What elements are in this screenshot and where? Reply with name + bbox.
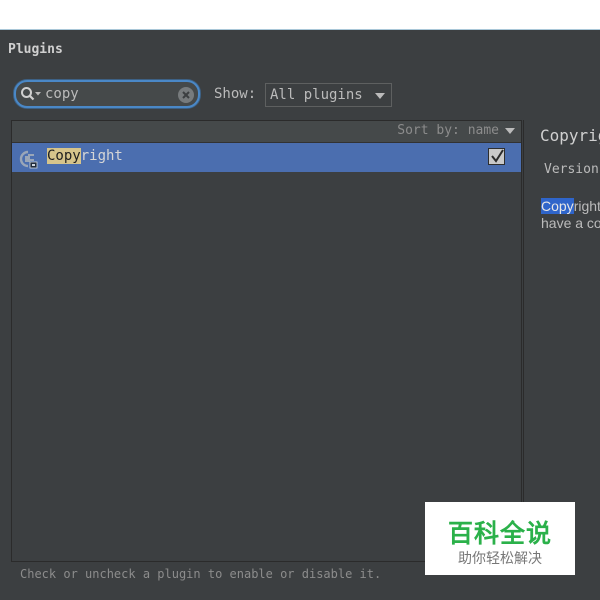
description-match-highlight: Copy <box>541 198 574 214</box>
description-line1-rest: right <box>573 198 600 214</box>
dialog-title: Plugins <box>8 42 63 57</box>
search-field[interactable]: copy <box>14 80 200 108</box>
chevron-down-icon[interactable] <box>505 128 515 134</box>
plugin-plug-icon <box>19 150 38 169</box>
detail-plugin-name: Copyright <box>540 126 600 145</box>
plugin-name-rest: right <box>80 148 123 164</box>
checkmark-icon <box>491 149 504 163</box>
show-filter-value: All plugins <box>270 87 363 103</box>
sort-bar[interactable]: Sort by: name <box>12 121 521 143</box>
search-match-highlight: Copy <box>47 148 81 164</box>
plugin-name: Copyright <box>47 148 123 164</box>
show-filter-label: Show: <box>214 86 257 102</box>
plugin-enabled-checkbox[interactable] <box>488 148 505 165</box>
detail-version-label: Version <box>544 162 599 177</box>
window-top-strip <box>0 0 600 30</box>
chevron-down-icon <box>375 93 385 99</box>
description-line2: have a co <box>541 215 600 231</box>
watermark-title: 百科全说 <box>447 519 552 548</box>
sort-by-label[interactable]: Sort by: name <box>397 123 499 138</box>
search-input[interactable]: copy <box>45 86 79 102</box>
watermark-logo: 百科全说 助你轻松解决 <box>425 502 575 575</box>
clear-search-icon[interactable] <box>178 87 194 103</box>
plugin-list: Sort by: name Copyright <box>11 120 522 562</box>
detail-description: Copyright have a co <box>541 198 600 232</box>
show-filter-dropdown[interactable]: All plugins <box>265 83 392 107</box>
watermark-subtitle: 助你轻松解决 <box>458 551 542 567</box>
search-icon[interactable] <box>20 86 42 102</box>
plugin-detail-panel: Copyright Version Copyright have a co <box>523 120 600 562</box>
status-hint: Check or uncheck a plugin to enable or d… <box>20 567 382 581</box>
plugin-row-copyright[interactable]: Copyright <box>12 143 521 172</box>
